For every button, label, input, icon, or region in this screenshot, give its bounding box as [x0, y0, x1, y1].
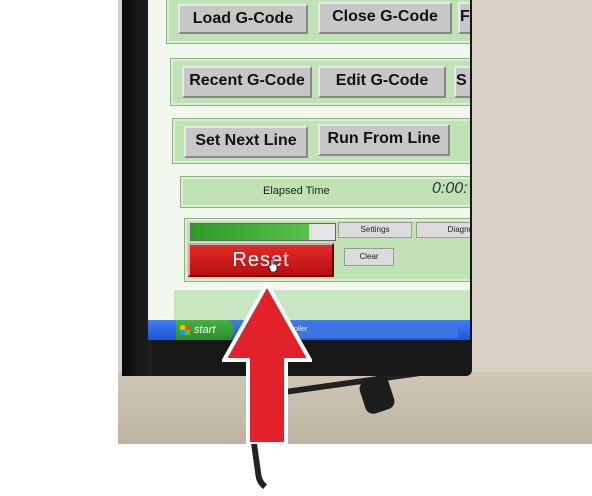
row1-extra-button[interactable]: F [458, 2, 470, 34]
row2-extra-button[interactable]: S [454, 66, 470, 98]
run-from-line-button[interactable]: Run From Line [318, 124, 450, 156]
elapsed-time-label: Elapsed Time [263, 185, 330, 197]
settings-button[interactable]: Settings [338, 222, 412, 238]
red-arrow-annotation [222, 282, 312, 444]
clear-button[interactable]: Clear [344, 248, 394, 266]
recent-gcode-button[interactable]: Recent G-Code [182, 66, 312, 98]
load-gcode-button[interactable]: Load G-Code [178, 4, 308, 34]
elapsed-time-value: 0:00: [432, 180, 468, 197]
close-gcode-button[interactable]: Close G-Code [318, 2, 452, 34]
diagnostics-button[interactable]: Diagnos [416, 222, 470, 238]
progress-bar [190, 223, 336, 241]
progress-bar-fill [191, 224, 310, 240]
reset-button[interactable]: Reset [188, 243, 334, 277]
start-label: start [194, 324, 216, 336]
lower-panel [174, 290, 470, 320]
set-next-line-button[interactable]: Set Next Line [184, 126, 308, 158]
windows-logo-icon [180, 325, 190, 335]
edit-gcode-button[interactable]: Edit G-Code [318, 66, 446, 98]
hand-pointer-icon [268, 258, 278, 272]
